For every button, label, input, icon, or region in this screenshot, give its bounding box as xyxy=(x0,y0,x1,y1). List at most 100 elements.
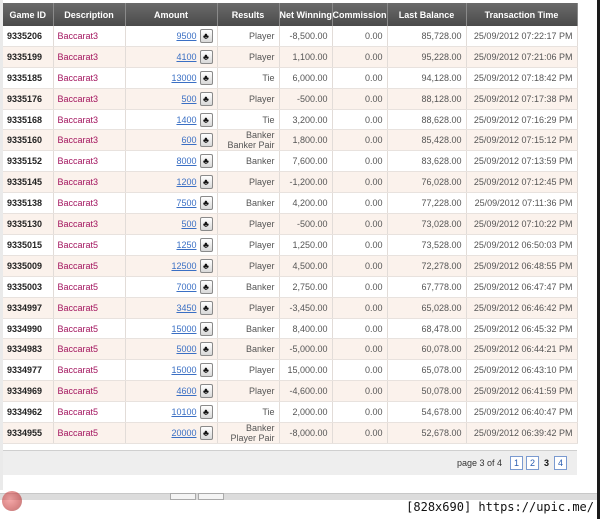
club-card-icon[interactable]: ♣ xyxy=(199,154,213,169)
amount-link[interactable]: 12500 xyxy=(171,261,196,271)
net-winnings-cell: 1,800.00 xyxy=(279,129,333,152)
amount-link[interactable]: 10100 xyxy=(171,407,196,417)
description-cell: Baccarat5 xyxy=(53,380,126,403)
amount-link[interactable]: 3450 xyxy=(176,303,196,313)
amount-link[interactable]: 8000 xyxy=(176,156,196,166)
game-id-cell: 9335003 xyxy=(3,276,54,298)
amount-link[interactable]: 500 xyxy=(181,94,196,104)
results-cell: Player xyxy=(217,359,280,382)
club-card-icon[interactable]: ♣ xyxy=(199,217,213,232)
last-balance-cell: 65,078.00 xyxy=(387,359,467,382)
club-card-icon[interactable]: ♣ xyxy=(199,28,213,43)
club-card-icon[interactable]: ♣ xyxy=(199,175,213,190)
club-card-icon[interactable]: ♣ xyxy=(199,300,213,315)
commission-cell: 0.00 xyxy=(332,213,388,236)
table-row: 9335009 Baccarat5 12500 ♣ Player 4,500.00 0.00… xyxy=(3,255,578,277)
commission-cell: 0.00 xyxy=(332,150,388,173)
amount-cell: 4100 ♣ xyxy=(125,46,218,68)
last-balance-cell: 94,128.00 xyxy=(387,67,467,89)
page-current: 3 xyxy=(543,458,549,468)
club-card-icon[interactable]: ♣ xyxy=(199,342,213,357)
amount-link[interactable]: 15000 xyxy=(171,324,196,334)
club-card-icon[interactable]: ♣ xyxy=(199,426,213,441)
table-row: 9335152 Baccarat3 8000 ♣ Banker 7,600.00 0.00 8… xyxy=(3,150,578,173)
amount-link[interactable]: 4100 xyxy=(176,52,196,62)
page-link[interactable]: 4 xyxy=(554,456,567,470)
club-card-icon[interactable]: ♣ xyxy=(199,237,213,252)
col-header-description[interactable]: Description xyxy=(53,3,126,26)
description-cell: Baccarat5 xyxy=(53,359,126,382)
result-label: Banker xyxy=(245,156,275,167)
club-card-icon[interactable]: ♣ xyxy=(199,133,213,148)
commission-cell: 0.00 xyxy=(332,109,388,131)
taskbar-button[interactable] xyxy=(198,493,224,500)
club-card-icon[interactable]: ♣ xyxy=(199,321,213,336)
col-header-amount[interactable]: Amount xyxy=(125,3,218,26)
club-card-icon[interactable]: ♣ xyxy=(199,279,213,294)
start-orb-icon[interactable] xyxy=(2,491,22,511)
club-card-icon[interactable]: ♣ xyxy=(199,384,213,399)
amount-cell: 12500 ♣ xyxy=(125,255,218,277)
club-card-icon[interactable]: ♣ xyxy=(199,363,213,378)
amount-link[interactable]: 13000 xyxy=(171,73,196,83)
last-balance-cell: 52,678.00 xyxy=(387,422,467,445)
col-header-last-balance[interactable]: Last Balance xyxy=(387,3,467,26)
amount-link[interactable]: 15000 xyxy=(171,365,196,375)
amount-link[interactable]: 500 xyxy=(181,219,196,229)
amount-link[interactable]: 7500 xyxy=(176,198,196,208)
game-id-cell: 9335160 xyxy=(3,129,54,152)
amount-link[interactable]: 9500 xyxy=(176,31,196,41)
amount-cell: 500 ♣ xyxy=(125,213,218,236)
transaction-time-cell: 25/09/2012 07:16:29 PM xyxy=(466,109,578,131)
result-label: Banker xyxy=(245,323,275,334)
net-winnings-cell: -500.00 xyxy=(279,88,333,110)
transaction-time-cell: 25/09/2012 06:46:42 PM xyxy=(466,297,578,319)
result-label: Player xyxy=(248,93,275,104)
amount-cell: 1250 ♣ xyxy=(125,234,218,256)
last-balance-cell: 95,228.00 xyxy=(387,46,467,68)
taskbar-button[interactable] xyxy=(170,493,196,500)
result-label: Tie xyxy=(262,407,275,418)
commission-cell: 0.00 xyxy=(332,401,388,424)
commission-cell: 0.00 xyxy=(332,422,388,445)
table-row: 9335138 Baccarat3 7500 ♣ Banker 4,200.00 0.00 7… xyxy=(3,192,578,215)
amount-link[interactable]: 5000 xyxy=(176,344,196,354)
col-header-transaction-time[interactable]: Transaction Time xyxy=(466,3,578,26)
game-id-cell: 9334977 xyxy=(3,359,54,382)
club-card-icon[interactable]: ♣ xyxy=(199,70,213,85)
club-card-icon[interactable]: ♣ xyxy=(199,258,213,273)
amount-link[interactable]: 4600 xyxy=(176,386,196,396)
club-card-icon[interactable]: ♣ xyxy=(199,196,213,211)
club-card-icon[interactable]: ♣ xyxy=(199,405,213,420)
last-balance-cell: 67,778.00 xyxy=(387,276,467,298)
amount-link[interactable]: 600 xyxy=(181,135,196,145)
last-balance-cell: 73,528.00 xyxy=(387,234,467,256)
table-row: 9334983 Baccarat5 5000 ♣ Banker -5,000.00 0.00… xyxy=(3,338,578,361)
col-header-results[interactable]: Results xyxy=(217,3,280,26)
club-card-icon[interactable]: ♣ xyxy=(199,112,213,127)
table-row: 9335168 Baccarat3 1400 ♣ Tie 3,200.00 0.00 88,6… xyxy=(3,109,578,131)
net-winnings-cell: 2,000.00 xyxy=(279,401,333,424)
col-header-net-winnings[interactable]: Net Winnings xyxy=(279,3,333,26)
commission-cell: 0.00 xyxy=(332,318,388,340)
result-label: Player xyxy=(248,239,275,250)
amount-link[interactable]: 1400 xyxy=(176,115,196,125)
club-card-icon[interactable]: ♣ xyxy=(199,49,213,64)
result-label: Player xyxy=(248,386,275,397)
game-id-cell: 9334969 xyxy=(3,380,54,403)
description-cell: Baccarat3 xyxy=(53,88,126,110)
results-cell: Player xyxy=(217,88,280,110)
description-cell: Baccarat5 xyxy=(53,276,126,298)
club-card-icon[interactable]: ♣ xyxy=(199,91,213,106)
description-cell: Baccarat3 xyxy=(53,192,126,215)
transaction-time-cell: 25/09/2012 07:21:06 PM xyxy=(466,46,578,68)
amount-link[interactable]: 7000 xyxy=(176,282,196,292)
page-link[interactable]: 2 xyxy=(525,456,539,470)
page-link[interactable]: 1 xyxy=(509,456,523,470)
col-header-commission[interactable]: Commission xyxy=(332,3,388,26)
amount-link[interactable]: 1200 xyxy=(176,177,196,187)
col-header-game-id[interactable]: Game ID xyxy=(3,3,54,26)
amount-link[interactable]: 1250 xyxy=(176,240,196,250)
amount-link[interactable]: 20000 xyxy=(171,428,196,438)
transaction-time-cell: 25/09/2012 07:13:59 PM xyxy=(466,150,578,173)
